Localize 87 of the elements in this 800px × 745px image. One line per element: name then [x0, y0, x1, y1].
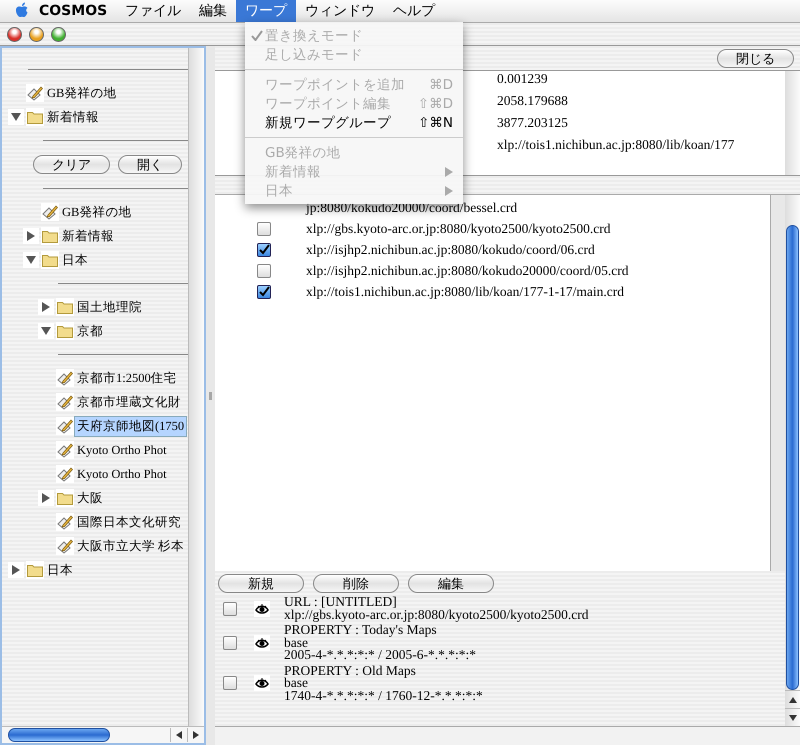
- checkbox[interactable]: [257, 242, 271, 256]
- up-arrow-icon: [788, 696, 796, 702]
- folder-item[interactable]: 日本: [44, 560, 76, 580]
- menu-title[interactable]: ファイル: [116, 0, 190, 22]
- group-button[interactable]: 新規: [218, 574, 304, 593]
- right-arrow-icon: [193, 731, 199, 739]
- pencil-document-icon: [57, 394, 73, 410]
- folder-item[interactable]: 国土地理院: [74, 296, 145, 318]
- pencil-document-icon: [57, 514, 73, 530]
- folder-icon: [27, 110, 43, 124]
- collapsed-triangle-icon[interactable]: [26, 231, 36, 241]
- tree-item[interactable]: 京都市埋蔵文化財: [74, 392, 184, 412]
- splitter-handle-icon[interactable]: [209, 392, 212, 400]
- group-button[interactable]: 編集: [408, 574, 494, 593]
- checkbox[interactable]: [257, 284, 271, 298]
- checkbox[interactable]: [223, 676, 237, 690]
- tree-item[interactable]: Kyoto Ortho Phot: [74, 440, 170, 460]
- pencil-document-icon: [57, 418, 73, 434]
- tree-button[interactable]: クリア: [33, 155, 110, 174]
- url-text: xlp://tois1.nichibun.ac.jp:8080/lib/koan/177-1-17/main.crd: [306, 284, 624, 300]
- folder-icon: [57, 491, 73, 505]
- scroll-thumb[interactable]: [8, 728, 110, 742]
- group-button[interactable]: 削除: [313, 574, 399, 593]
- menu-title[interactable]: ウィンドウ: [296, 0, 384, 22]
- folder-item[interactable]: 京都: [74, 320, 106, 342]
- collapsed-triangle-icon[interactable]: [41, 493, 51, 503]
- close-button[interactable]: 閉じる: [717, 48, 794, 68]
- expanded-triangle-icon[interactable]: [41, 326, 51, 336]
- tree-item[interactable]: 国際日本文化研究: [74, 512, 184, 532]
- tree-button[interactable]: 開く: [118, 155, 182, 174]
- tree-item[interactable]: 天府京師地図(1750: [74, 416, 188, 436]
- scroll-thumb[interactable]: [786, 225, 799, 690]
- entry-text: PROPERTY : Old Maps base 1740-4-*.*.*:*:* / 1760-12-*.*.*:*:*: [284, 664, 483, 702]
- url-text: xlp://gbs.kyoto-arc.or.jp:8080/kyoto2500/kyoto2500.crd: [306, 220, 610, 236]
- pencil-document-icon: [57, 538, 73, 554]
- menu-title[interactable]: ヘルプ: [384, 0, 444, 22]
- property-value: xlp://tois1.nichibun.ac.jp:8080/lib/koan/177: [497, 137, 736, 154]
- checkbox[interactable]: [223, 602, 237, 616]
- scroll-track[interactable]: [785, 71, 800, 175]
- tree-item[interactable]: GB発祥の地: [44, 82, 120, 104]
- eye-icon[interactable]: [255, 677, 269, 690]
- pencil-document-icon: [57, 466, 73, 482]
- folder-icon: [27, 563, 43, 577]
- tree-item[interactable]: GB発祥の地: [59, 202, 134, 222]
- zoom-window-button[interactable]: [51, 26, 66, 42]
- tree-item[interactable]: Kyoto Ortho Phot: [74, 464, 170, 484]
- app-menu[interactable]: COSMOS: [30, 0, 116, 22]
- pencil-document-icon: [57, 442, 73, 458]
- eye-icon[interactable]: [255, 602, 269, 614]
- down-arrow-icon: [788, 714, 796, 720]
- collapsed-triangle-icon[interactable]: [41, 302, 51, 312]
- property-value: 0.001239: [497, 71, 549, 88]
- folder-icon: [57, 300, 73, 314]
- checkbox[interactable]: [257, 264, 271, 278]
- left-arrow-icon: [176, 731, 182, 739]
- checkbox[interactable]: [223, 636, 237, 650]
- folder-item[interactable]: 大阪: [74, 488, 106, 508]
- collapsed-triangle-icon[interactable]: [11, 565, 21, 575]
- entry-text: PROPERTY : Today's Maps base 2005-4-*.*.*:*:* / 2005-6-*.*.*:*:*: [284, 624, 476, 662]
- menu-title[interactable]: 編集: [190, 0, 236, 22]
- folder-item[interactable]: 新着情報: [59, 226, 117, 246]
- menu-item[interactable]: 新規ワープグループ ⇧⌘N: [245, 113, 463, 132]
- folder-item[interactable]: 日本: [59, 250, 91, 270]
- checkbox[interactable]: [257, 222, 271, 236]
- apple-logo-icon[interactable]: [14, 2, 30, 20]
- pencil-document-icon: [27, 85, 43, 101]
- property-value: 2058.179688: [497, 93, 569, 110]
- menu-title[interactable]: ワープ: [236, 0, 296, 22]
- url-text: xlp://isjhp2.nichibun.ac.jp:8080/kokudo20000/coord/05.crd: [306, 262, 628, 278]
- entry-text: URL : [UNTITLED] xlp://gbs.kyoto-arc.or.jp:8080/kyoto2500/kyoto2500.crd: [284, 596, 588, 621]
- property-value: 3877.203125: [497, 115, 569, 132]
- scroll-track[interactable]: [189, 48, 204, 726]
- pencil-document-icon: [42, 204, 58, 220]
- url-text: jp:8080/kokudo20000/coord/bessel.crd: [306, 200, 518, 216]
- tree-item[interactable]: 大阪市立大学 杉本: [74, 536, 188, 556]
- url-text: xlp://isjhp2.nichibun.ac.jp:8080/kokudo/coord/06.crd: [306, 242, 595, 258]
- tree-item[interactable]: 京都市1:2500住宅: [74, 368, 180, 388]
- folder-icon: [57, 324, 73, 338]
- folder-item[interactable]: 新着情報: [44, 106, 102, 128]
- pencil-document-icon: [57, 370, 73, 386]
- close-window-button[interactable]: [7, 26, 22, 42]
- expanded-triangle-icon[interactable]: [11, 112, 21, 122]
- minimize-window-button[interactable]: [29, 26, 44, 42]
- folder-icon: [42, 253, 58, 267]
- expanded-triangle-icon[interactable]: [26, 255, 36, 265]
- eye-icon[interactable]: [255, 636, 269, 649]
- folder-icon: [42, 229, 58, 243]
